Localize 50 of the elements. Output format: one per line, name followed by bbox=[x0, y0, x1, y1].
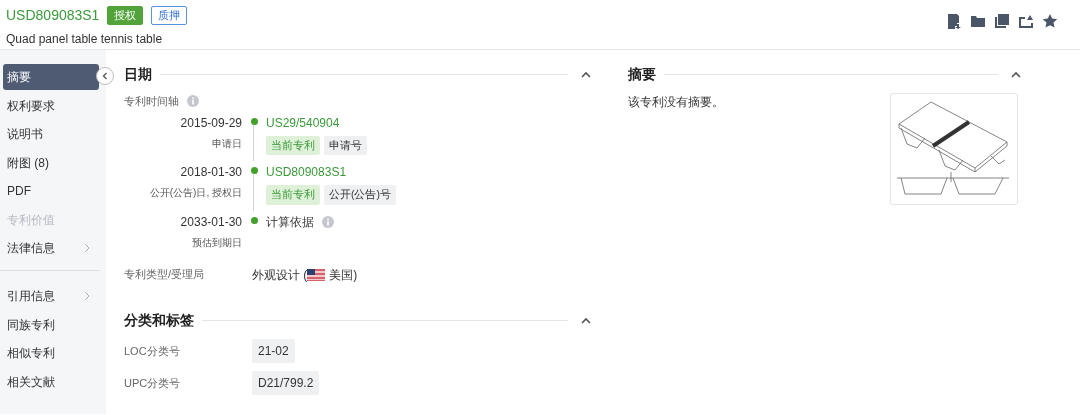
tag-label: 申请号 bbox=[324, 135, 367, 156]
chevron-left-icon bbox=[101, 72, 109, 80]
section-heading: 分类和标签 bbox=[124, 311, 194, 330]
calculation-basis-text: 计算依据 bbox=[266, 214, 314, 231]
patent-number-link[interactable]: US29/540904 bbox=[266, 115, 340, 130]
timeline-date: 2018-01-30 bbox=[179, 164, 242, 182]
field-label: 专利类型/受理局 bbox=[124, 267, 206, 282]
patent-number-link[interactable]: USD809083S1 bbox=[266, 165, 347, 180]
pdf-download-icon[interactable] bbox=[946, 12, 962, 29]
date-label: 申请日 bbox=[211, 136, 242, 151]
copy-icon[interactable] bbox=[994, 12, 1010, 29]
date-label: 公开(公告)日, 授权日 bbox=[148, 186, 242, 201]
timeline-date: 2015-09-29 bbox=[179, 114, 242, 132]
timeline-dot bbox=[250, 167, 258, 175]
section-heading: 日期 bbox=[124, 65, 152, 84]
sidebar-item[interactable]: 相似专利 bbox=[3, 340, 99, 366]
sidebar-item[interactable]: PDF bbox=[3, 178, 99, 204]
flag-icon bbox=[307, 269, 326, 281]
field-label: 专利时间轴 bbox=[124, 94, 179, 109]
field-label: UPC分类号 bbox=[124, 375, 182, 391]
sidebar-item[interactable]: 摘要 bbox=[3, 64, 99, 90]
tag-label: 当前专利 bbox=[266, 135, 320, 156]
timeline-date: 2033-01-30 bbox=[179, 214, 242, 231]
sidebar-item[interactable]: 法律信息 bbox=[3, 235, 99, 261]
timeline-dot bbox=[250, 217, 258, 224]
sidebar-item[interactable]: 同族专利 bbox=[3, 311, 99, 338]
sidebar-item[interactable]: 附图 (8) bbox=[3, 149, 99, 176]
abstract-text: 该专利没有摘要。 bbox=[628, 94, 724, 111]
collapse-button[interactable] bbox=[96, 67, 114, 85]
sidebar-item[interactable]: 说明书 bbox=[3, 121, 99, 147]
patent-title: Quad panel table tennis table bbox=[6, 31, 164, 48]
chevron-right-icon bbox=[83, 292, 91, 300]
sidebar-item[interactable]: 权利要求 bbox=[3, 92, 99, 119]
star-icon[interactable] bbox=[1042, 12, 1058, 29]
tag-label: 当前专利 bbox=[266, 185, 320, 205]
classification-value: D21/799.2 bbox=[252, 371, 320, 395]
status-badge: 质押 bbox=[151, 6, 188, 25]
chevron-right-icon bbox=[83, 244, 91, 252]
field-value: 外观设计 ( bbox=[252, 267, 308, 284]
timeline-dot bbox=[250, 117, 258, 125]
sidebar-item[interactable]: 相关文献 bbox=[3, 368, 99, 395]
field-value: 美国) bbox=[329, 267, 358, 284]
date-label: 预估到期日 bbox=[191, 236, 242, 250]
patent-number: USD809083S1 bbox=[6, 6, 100, 25]
field-label: LOC分类号 bbox=[124, 343, 181, 359]
sidebar-item[interactable]: 引用信息 bbox=[3, 283, 99, 309]
tag-label: 公开(公告)号 bbox=[324, 185, 396, 205]
section-heading: 摘要 bbox=[628, 65, 656, 84]
classification-value: 21-02 bbox=[252, 339, 295, 363]
status-badge: 授权 bbox=[107, 6, 144, 25]
